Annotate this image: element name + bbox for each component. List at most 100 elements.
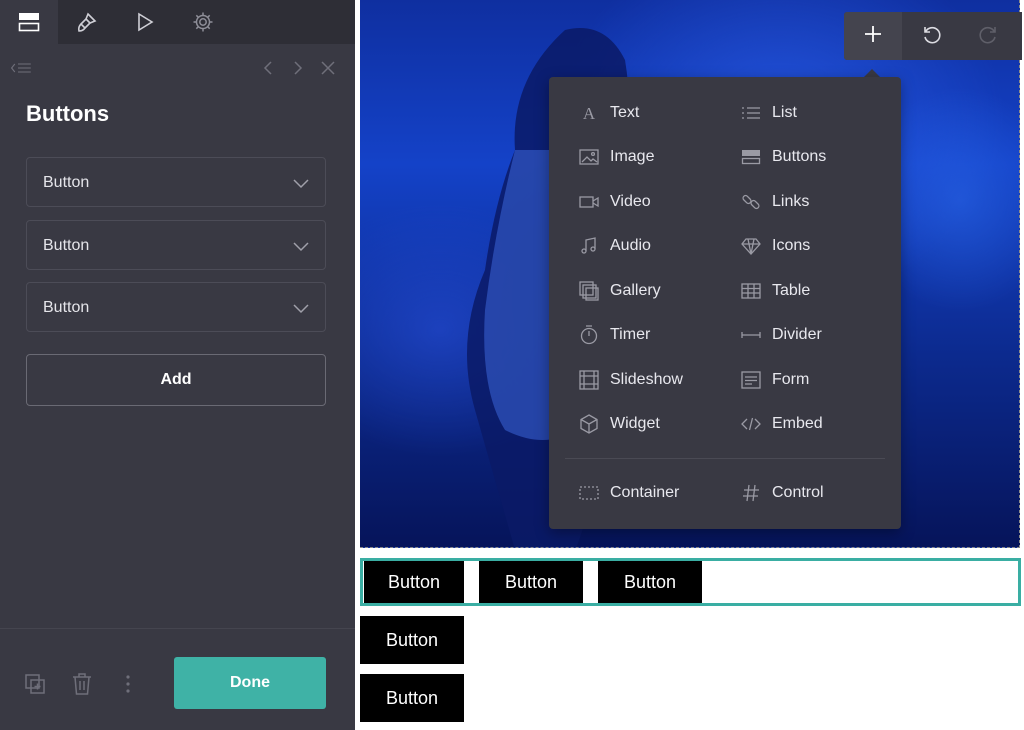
menu-item-label: Gallery [610,282,661,299]
menu-item-label: Slideshow [610,371,683,388]
widget-icon [578,413,600,435]
menu-item-label: Audio [610,237,651,254]
timer-icon [578,324,600,346]
done-button[interactable]: Done [174,657,326,709]
redo-button[interactable] [960,12,1018,60]
menu-item-label: Image [610,148,655,165]
list-icon [740,102,762,124]
tab-layout[interactable] [0,0,58,44]
menu-item-label: Form [772,371,810,388]
svg-text:A: A [583,104,596,122]
chevron-down-icon [293,301,309,319]
menu-item-label: Embed [772,415,823,432]
tab-preview[interactable] [116,0,174,44]
tab-settings[interactable] [174,0,232,44]
menu-item-audio[interactable]: Audio [578,231,651,261]
brush-icon [75,10,99,34]
menu-item-label: Timer [610,326,651,343]
editor-sidebar: Buttons Button Button Button Add Done [0,0,355,730]
menu-item-label: Widget [610,415,660,432]
collapse-list-icon[interactable] [10,56,34,80]
panel-title: Buttons [26,101,110,126]
menu-item-icons[interactable]: Icons [740,231,810,261]
text-icon: A [578,102,600,124]
canvas-button[interactable]: Button [479,561,583,603]
play-icon [134,11,156,33]
menu-item-label: Control [772,484,824,501]
table-icon [740,280,762,302]
button-item-label: Button [43,174,90,191]
audio-icon [578,235,600,257]
canvas-button[interactable]: Button [598,561,702,603]
diamond-icon [740,235,762,257]
menu-item-timer[interactable]: Timer [578,320,650,350]
slideshow-icon [578,369,600,391]
button-item-label: Button [43,237,90,254]
button-item[interactable]: Button [26,282,326,332]
menu-item-list[interactable]: List [740,98,797,128]
menu-item-label: Buttons [772,148,827,165]
sidebar-toolbar [0,0,355,44]
panel-footer: Done [0,628,355,730]
menu-divider [565,458,885,459]
menu-item-widget[interactable]: Widget [578,409,660,439]
menu-item-container[interactable]: Container [578,478,679,508]
chevron-down-icon [293,176,309,194]
menu-item-gallery[interactable]: Gallery [578,276,661,306]
menu-item-control[interactable]: Control [740,478,824,508]
menu-item-embed[interactable]: Embed [740,409,823,439]
links-icon [740,191,762,213]
video-icon [578,191,600,213]
buttons-icon [740,146,762,168]
menu-item-label: Links [772,193,810,210]
menu-item-slideshow[interactable]: Slideshow [578,365,683,395]
menu-item-label: Video [610,193,651,210]
image-icon [578,146,600,168]
menu-item-text[interactable]: A Text [578,98,639,128]
insert-menu: A Text Image Video Audio Gallery Timer S… [549,77,901,529]
divider-icon [740,324,762,346]
gallery-icon [578,280,600,302]
canvas-button[interactable]: Button [360,616,464,664]
trash-icon[interactable] [69,671,95,697]
close-icon[interactable] [316,56,340,80]
menu-item-label: Text [610,104,640,121]
duplicate-icon[interactable] [22,671,48,697]
gear-icon [191,10,215,34]
more-options-icon[interactable] [115,671,141,697]
canvas-button[interactable]: Button [360,674,464,722]
undo-button[interactable] [902,12,960,60]
menu-item-video[interactable]: Video [578,187,651,217]
container-icon [578,482,600,504]
redo-icon [978,23,1000,50]
menu-item-links[interactable]: Links [740,187,809,217]
insert-element-button[interactable] [844,12,902,60]
chevron-down-icon [293,239,309,257]
tab-style[interactable] [58,0,116,44]
menu-item-label: Table [772,282,811,299]
canvas-button[interactable]: Button [364,561,464,603]
menu-item-label: Icons [772,237,811,254]
layout-icon [17,11,41,33]
panel-navigation [0,44,355,92]
menu-item-image[interactable]: Image [578,142,654,172]
form-icon [740,369,762,391]
menu-item-label: Divider [772,326,822,343]
button-item[interactable]: Button [26,157,326,207]
plus-icon [863,24,883,49]
history-toolbar [844,12,1022,60]
button-item[interactable]: Button [26,220,326,270]
undo-icon [920,23,942,50]
chevron-right-icon[interactable] [286,56,310,80]
menu-caret [864,69,880,77]
menu-item-label: List [772,104,797,121]
hash-icon [740,482,762,504]
menu-item-table[interactable]: Table [740,276,810,306]
chevron-left-icon[interactable] [256,56,280,80]
menu-item-buttons[interactable]: Buttons [740,142,826,172]
add-button[interactable]: Add [26,354,326,406]
menu-item-divider[interactable]: Divider [740,320,822,350]
button-item-label: Button [43,299,90,316]
menu-item-form[interactable]: Form [740,365,809,395]
menu-item-label: Container [610,484,680,501]
